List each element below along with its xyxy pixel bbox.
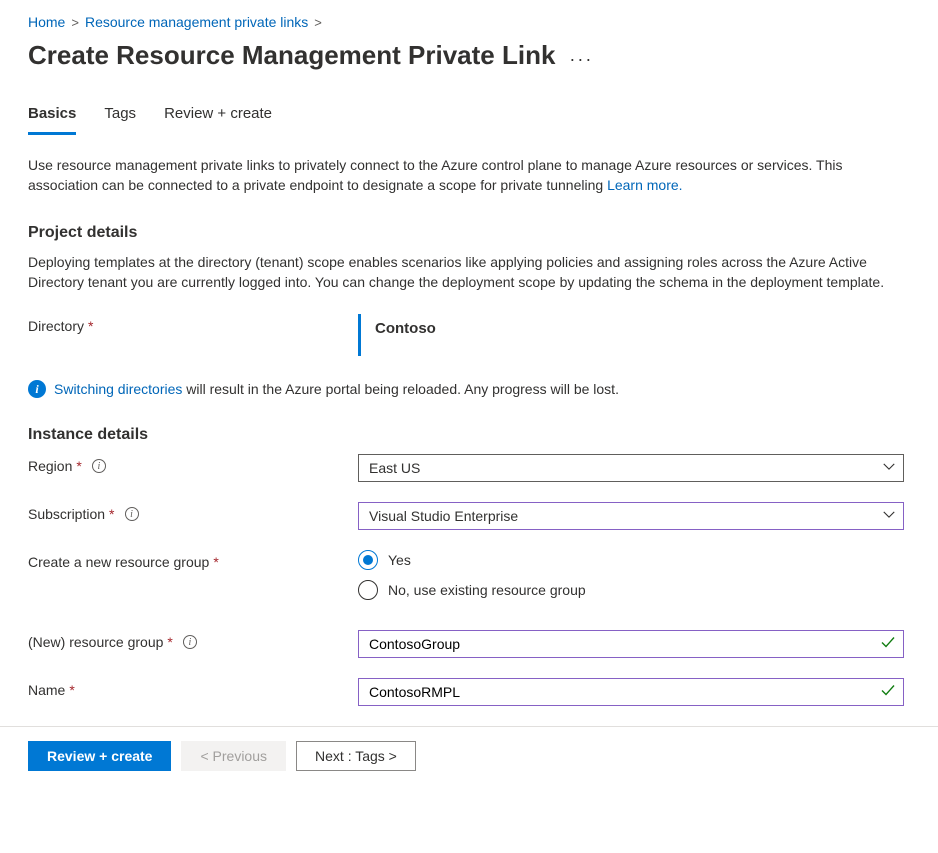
- required-asterisk: *: [213, 554, 218, 570]
- instance-details-heading: Instance details: [28, 426, 910, 444]
- info-banner-text: will result in the Azure portal being re…: [182, 381, 619, 397]
- radio-yes[interactable]: Yes: [358, 550, 904, 570]
- project-details-heading: Project details: [28, 224, 910, 242]
- breadcrumb-home[interactable]: Home: [28, 14, 65, 30]
- required-asterisk: *: [88, 318, 93, 334]
- info-banner: i Switching directories will result in t…: [28, 380, 910, 398]
- new-rg-input[interactable]: [358, 630, 904, 658]
- review-create-button[interactable]: Review + create: [28, 741, 171, 771]
- subscription-value: Visual Studio Enterprise: [358, 502, 904, 530]
- previous-button: < Previous: [181, 741, 286, 771]
- region-label: Region* i: [28, 454, 358, 474]
- create-rg-label: Create a new resource group*: [28, 550, 358, 570]
- required-asterisk: *: [109, 506, 114, 522]
- radio-no[interactable]: No, use existing resource group: [358, 580, 904, 600]
- tab-basics[interactable]: Basics: [28, 99, 76, 135]
- project-details-desc: Deploying templates at the directory (te…: [28, 252, 910, 293]
- chevron-right-icon: >: [314, 15, 322, 30]
- page-title: Create Resource Management Private Link: [28, 40, 555, 71]
- footer: Review + create < Previous Next : Tags >: [0, 726, 938, 785]
- new-rg-label: (New) resource group* i: [28, 630, 358, 650]
- switching-directories-link[interactable]: Switching directories: [54, 381, 182, 397]
- radio-yes-label: Yes: [388, 552, 411, 568]
- required-asterisk: *: [167, 634, 172, 650]
- radio-icon: [358, 550, 378, 570]
- check-icon: [880, 635, 896, 654]
- info-icon[interactable]: i: [125, 507, 139, 521]
- intro-text: Use resource management private links to…: [28, 155, 910, 196]
- required-asterisk: *: [69, 682, 74, 698]
- subscription-dropdown[interactable]: Visual Studio Enterprise: [358, 502, 904, 530]
- breadcrumb: Home > Resource management private links…: [28, 10, 910, 40]
- learn-more-link[interactable]: Learn more.: [607, 177, 682, 193]
- tab-review-create[interactable]: Review + create: [164, 99, 272, 135]
- radio-no-label: No, use existing resource group: [388, 582, 586, 598]
- tabs: Basics Tags Review + create: [28, 99, 910, 135]
- directory-value: Contoso: [358, 314, 436, 356]
- subscription-label: Subscription* i: [28, 502, 358, 522]
- directory-label: Directory*: [28, 314, 358, 334]
- required-asterisk: *: [76, 458, 81, 474]
- breadcrumb-rmpl-link[interactable]: Resource management private links: [85, 14, 308, 30]
- info-icon[interactable]: i: [92, 459, 106, 473]
- region-value: East US: [358, 454, 904, 482]
- tab-tags[interactable]: Tags: [104, 99, 136, 135]
- check-icon: [880, 683, 896, 702]
- radio-icon: [358, 580, 378, 600]
- region-dropdown[interactable]: East US: [358, 454, 904, 482]
- intro-body: Use resource management private links to…: [28, 157, 842, 193]
- name-label: Name*: [28, 678, 358, 698]
- info-icon[interactable]: i: [183, 635, 197, 649]
- info-icon: i: [28, 380, 46, 398]
- chevron-right-icon: >: [71, 15, 79, 30]
- more-actions-icon[interactable]: ···: [569, 41, 593, 70]
- next-button[interactable]: Next : Tags >: [296, 741, 416, 771]
- name-input[interactable]: [358, 678, 904, 706]
